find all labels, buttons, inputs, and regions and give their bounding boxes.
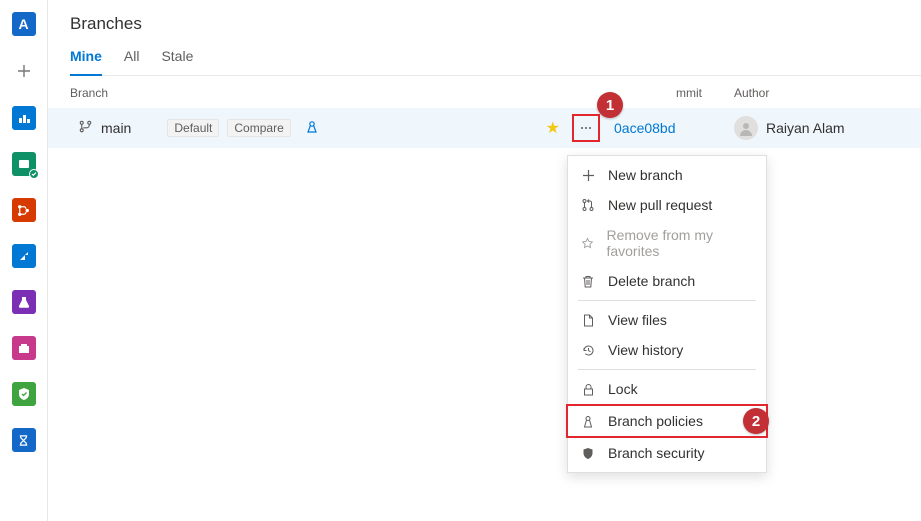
author-cell: Raiyan Alam: [734, 116, 899, 140]
left-nav: A: [0, 0, 48, 521]
avatar-icon: [734, 116, 758, 140]
branch-icon: [78, 119, 93, 137]
default-tag: Default: [167, 119, 219, 137]
branch-name[interactable]: main: [101, 120, 131, 136]
nav-testplans-icon[interactable]: [12, 290, 36, 314]
menu-branch-policies[interactable]: Branch policies: [566, 404, 768, 438]
nav-project-icon[interactable]: A: [12, 12, 36, 36]
menu-lock[interactable]: Lock: [568, 374, 766, 404]
trash-icon: [580, 275, 596, 288]
author-name: Raiyan Alam: [766, 120, 845, 136]
nav-compliance-icon[interactable]: [12, 382, 36, 406]
favorite-star-icon[interactable]: ★: [546, 118, 560, 138]
tab-all[interactable]: All: [124, 48, 140, 75]
table-header: Branch mmit Author: [48, 76, 921, 108]
menu-delete-branch[interactable]: Delete branch: [568, 266, 766, 296]
lock-icon: [580, 383, 596, 396]
col-commit: mmit: [614, 86, 734, 100]
callout-1: 1: [597, 92, 623, 118]
menu-new-branch[interactable]: New branch: [568, 160, 766, 190]
nav-pipelines-icon[interactable]: [12, 244, 36, 268]
menu-view-files[interactable]: View files: [568, 305, 766, 335]
commit-link[interactable]: 0ace08bd: [614, 120, 734, 136]
compare-tag: Compare: [227, 119, 290, 137]
nav-artifacts-icon[interactable]: [12, 336, 36, 360]
nav-repos-icon[interactable]: [12, 198, 36, 222]
menu-divider: [578, 300, 756, 301]
col-branch: Branch: [70, 86, 614, 100]
pull-request-icon: [580, 198, 596, 212]
star-outline-icon: [580, 237, 594, 250]
callout-2: 2: [743, 408, 769, 434]
more-actions-button[interactable]: [572, 114, 600, 142]
history-icon: [580, 344, 596, 357]
file-icon: [580, 314, 596, 327]
nav-hourglass-icon[interactable]: [12, 428, 36, 452]
tab-stale[interactable]: Stale: [161, 48, 193, 75]
tabs: Mine All Stale: [70, 48, 921, 76]
nav-add-icon[interactable]: [11, 58, 37, 84]
col-author: Author: [734, 86, 899, 100]
nav-boards-icon[interactable]: [12, 106, 36, 130]
menu-branch-security[interactable]: Branch security: [568, 438, 766, 468]
menu-remove-favorite[interactable]: Remove from my favorites: [568, 220, 766, 266]
tab-mine[interactable]: Mine: [70, 48, 102, 76]
shield-icon: [580, 447, 596, 460]
menu-divider: [578, 369, 756, 370]
menu-view-history[interactable]: View history: [568, 335, 766, 365]
branch-context-menu: New branch New pull request Remove from …: [567, 155, 767, 473]
page-title: Branches: [70, 14, 921, 34]
policy-badge-icon: [305, 120, 319, 137]
nav-workitems-icon[interactable]: [12, 152, 36, 176]
plus-icon: [580, 169, 596, 182]
menu-new-pull-request[interactable]: New pull request: [568, 190, 766, 220]
branch-row[interactable]: main Default Compare ★ 0ace08bd Raiyan A…: [48, 108, 921, 148]
policy-icon: [580, 415, 596, 428]
page-header: Branches: [48, 0, 921, 34]
